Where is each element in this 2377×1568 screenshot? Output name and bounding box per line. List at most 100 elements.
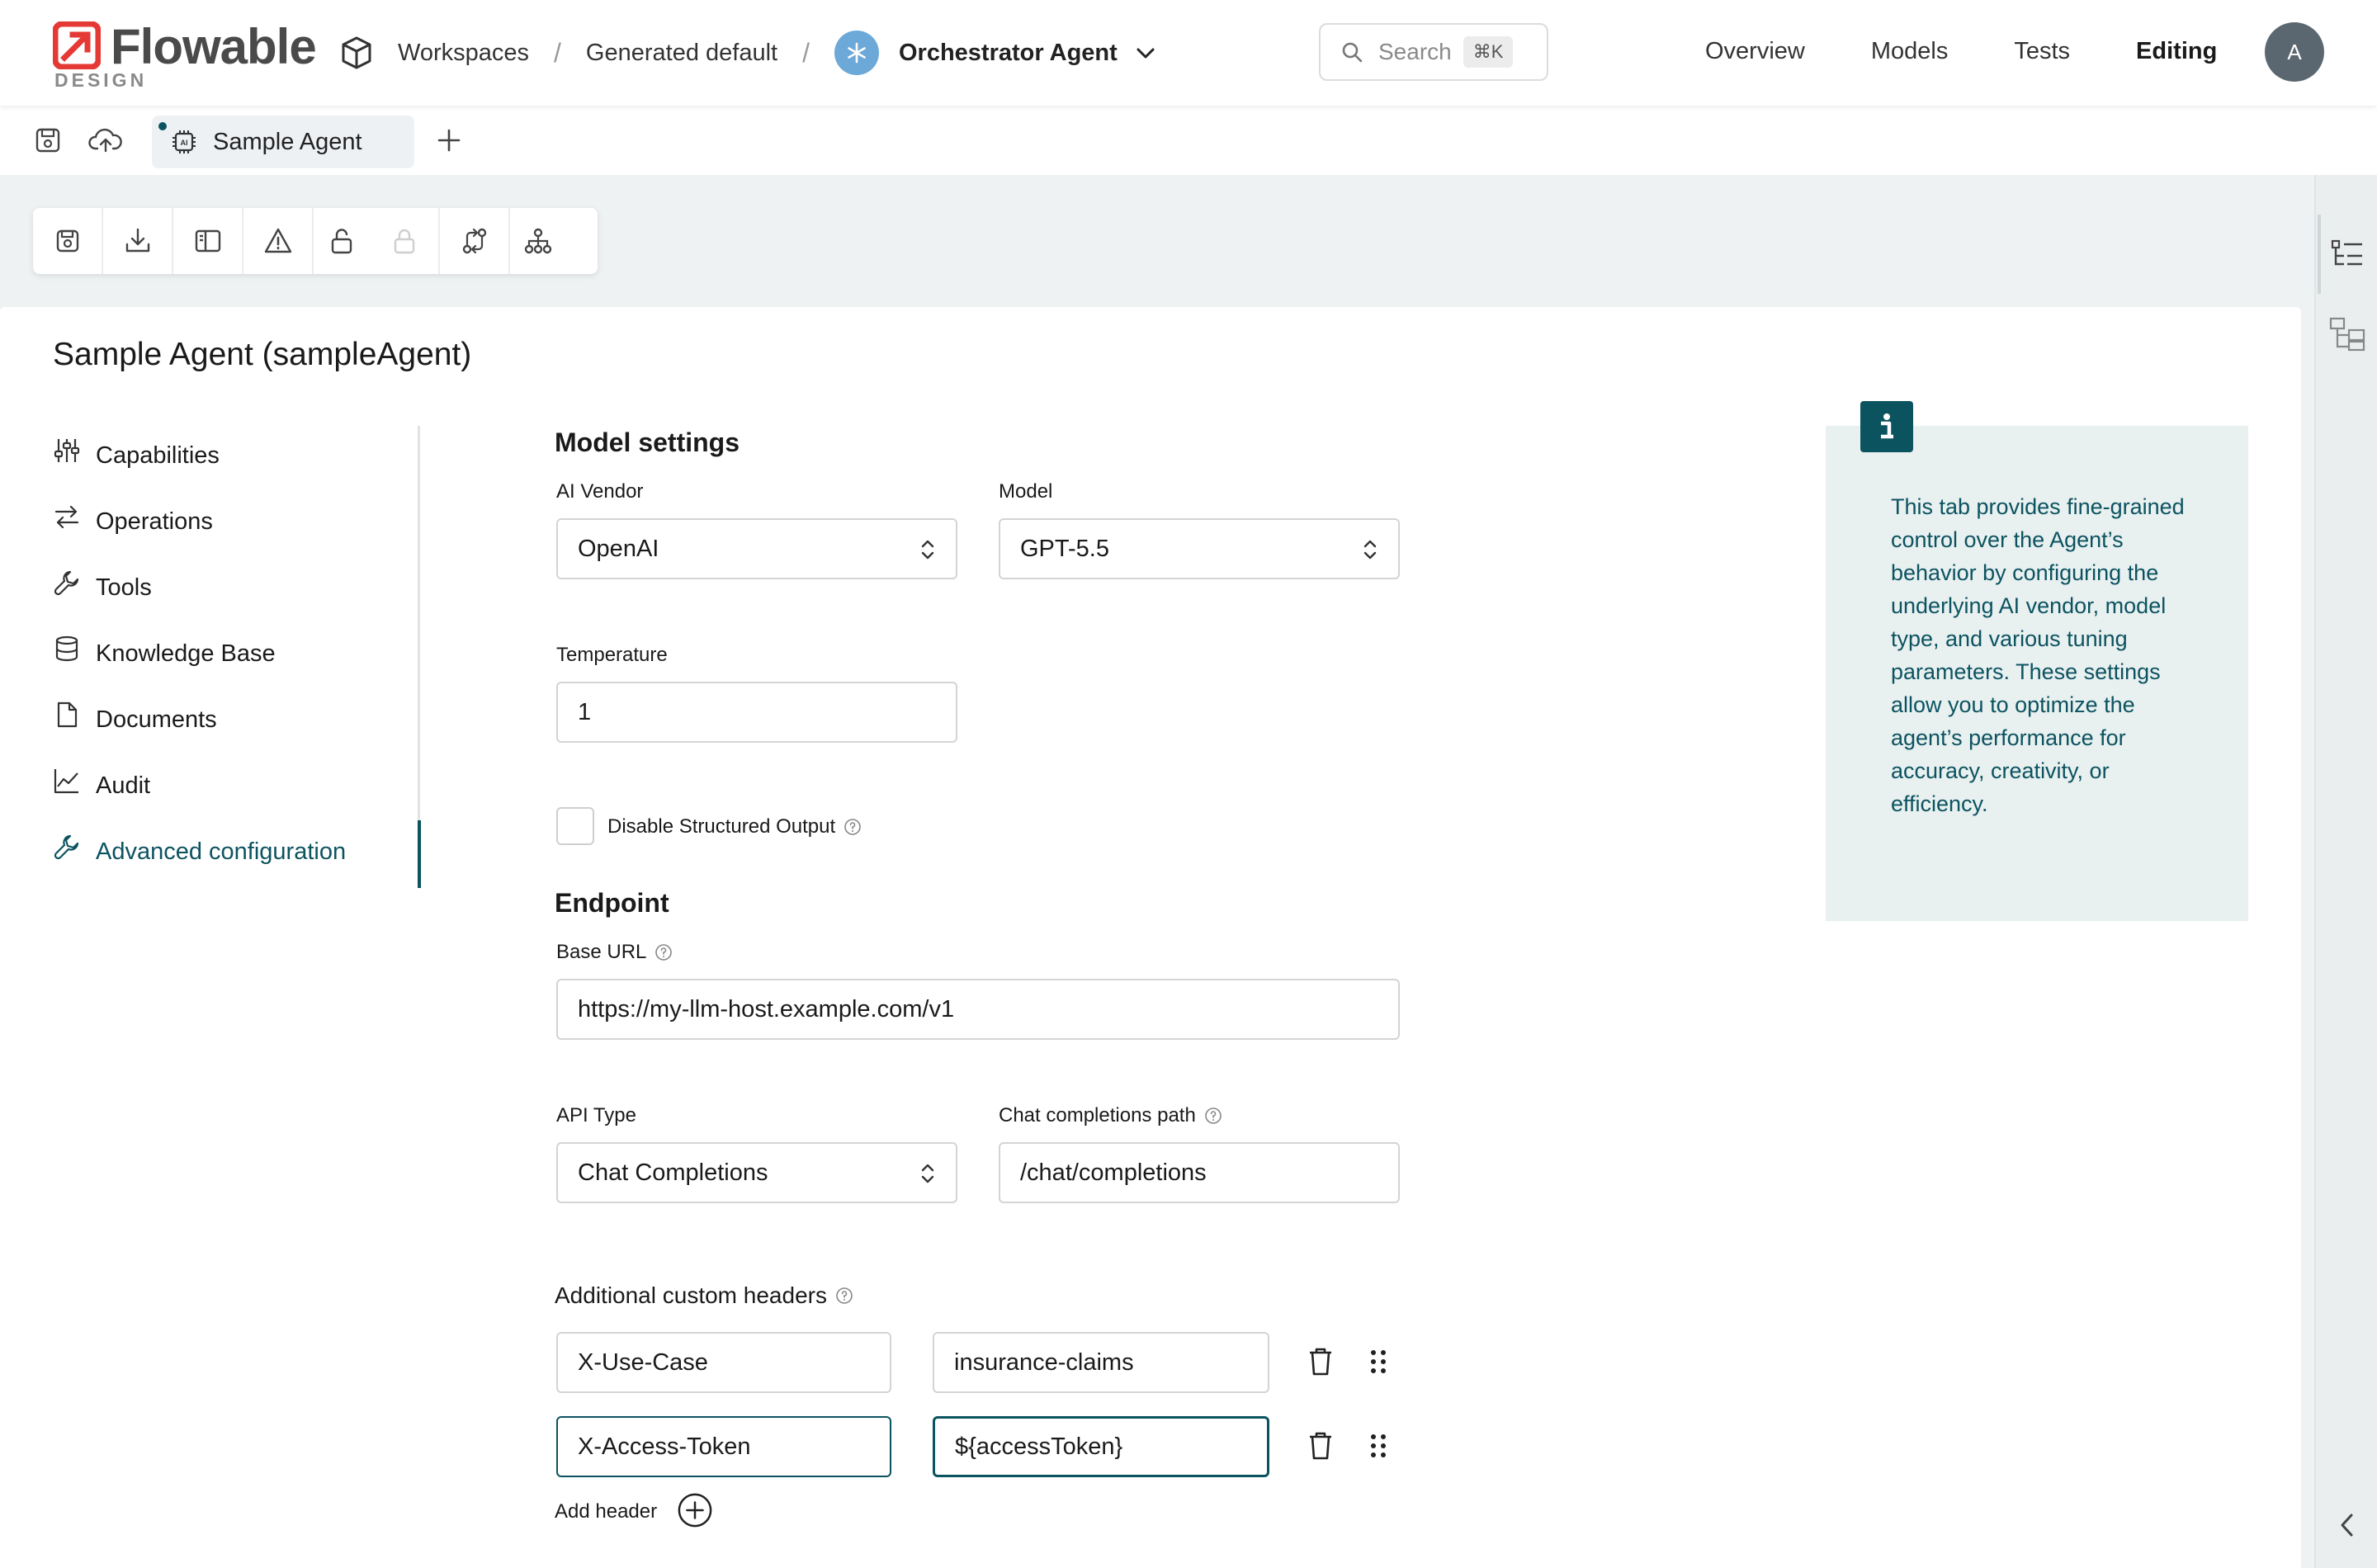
endpoint-heading: Endpoint: [555, 888, 669, 918]
section-nav: Capabilities Operations Tools Knowledge …: [53, 423, 424, 885]
ai-vendor-select[interactable]: OpenAI: [556, 518, 957, 579]
nav-advanced-configuration[interactable]: Advanced configuration: [53, 819, 424, 885]
panel-layout-icon: [195, 229, 220, 253]
toolbar-layout-button[interactable]: [173, 208, 243, 274]
breadcrumb-workspaces[interactable]: Workspaces: [398, 40, 529, 67]
outline-panel-button[interactable]: [2316, 221, 2377, 287]
add-header-label: Add header: [555, 1500, 658, 1523]
flowable-logo[interactable]: Flowable DESIGN: [53, 18, 317, 94]
help-icon: [1205, 1108, 1222, 1124]
info-icon: [1860, 401, 1913, 452]
sliders-icon: [53, 434, 86, 467]
avatar[interactable]: A: [2265, 22, 2324, 82]
collapse-rail-button[interactable]: [2316, 1492, 2377, 1558]
wrench-icon: [53, 566, 86, 599]
nav-editing[interactable]: Editing: [2136, 38, 2217, 65]
header-name-input[interactable]: X-Access-Token: [556, 1416, 891, 1477]
document-icon: [53, 698, 86, 731]
nav-active-indicator: [418, 820, 421, 888]
toolbar-hierarchy-button[interactable]: [510, 208, 566, 274]
api-type-label: API Type: [556, 1104, 636, 1126]
delete-header-button[interactable]: [1302, 1428, 1339, 1464]
nav-overview[interactable]: Overview: [1705, 38, 1805, 65]
save-all-icon[interactable]: [30, 122, 66, 158]
chevron-down-icon[interactable]: [1134, 41, 1157, 64]
ai-vendor-value: OpenAI: [578, 535, 659, 562]
chat-path-label: Chat completions path: [999, 1104, 1222, 1127]
help-icon: [655, 944, 673, 961]
hierarchy-panel-icon: [2329, 317, 2365, 352]
breadcrumb: Workspaces / Generated default / Orchest…: [338, 31, 1157, 75]
delete-header-button[interactable]: [1302, 1344, 1339, 1380]
ai-vendor-label: AI Vendor: [556, 480, 644, 503]
breadcrumb-model[interactable]: Orchestrator Agent: [899, 40, 1118, 67]
cloud-upload-icon[interactable]: [87, 122, 124, 158]
temperature-input[interactable]: 1: [556, 682, 957, 743]
base-url-label: Base URL: [556, 941, 673, 964]
git-compare-icon: [462, 228, 486, 254]
help-icon: [844, 819, 861, 835]
toolbar-validation-button[interactable]: [243, 208, 314, 274]
unsaved-indicator: [158, 122, 167, 130]
top-navigation: Overview Models Tests Editing: [1705, 38, 2283, 65]
nav-label: Operations: [96, 508, 213, 535]
header-value-input[interactable]: insurance-claims: [933, 1332, 1269, 1393]
header-name-input[interactable]: X-Use-Case: [556, 1332, 891, 1393]
right-rail: [2314, 175, 2377, 1568]
add-header-button[interactable]: [677, 1492, 713, 1528]
nav-label: Tools: [96, 574, 152, 601]
unlock-icon: [331, 229, 352, 254]
nav-models[interactable]: Models: [1871, 38, 1949, 65]
toolbar-download-button[interactable]: [103, 208, 173, 274]
info-text: This tab provides fine-grained control o…: [1891, 494, 2185, 816]
base-url-input[interactable]: https://my-llm-host.example.com/v1: [556, 979, 1400, 1040]
tree-list-icon: [2331, 239, 2362, 266]
model-select[interactable]: GPT-5.5: [999, 518, 1400, 579]
nav-knowledge-base[interactable]: Knowledge Base: [53, 621, 424, 687]
toolbar-unlock-button[interactable]: [314, 208, 370, 274]
nav-label: Capabilities: [96, 442, 220, 469]
drag-handle-icon[interactable]: [1360, 1344, 1396, 1380]
logo-wordmark: Flowable: [111, 19, 317, 74]
trash-icon: [1310, 1432, 1331, 1460]
chat-path-input[interactable]: /chat/completions: [999, 1142, 1400, 1203]
hierarchy-icon: [524, 228, 552, 254]
custom-headers-label: Additional custom headers: [555, 1282, 853, 1309]
agent-model-icon: [834, 31, 879, 75]
help-icon: [836, 1287, 853, 1304]
disable-structured-output-label: Disable Structured Output: [607, 815, 862, 838]
nav-operations[interactable]: Operations: [53, 489, 424, 555]
nav-documents[interactable]: Documents: [53, 687, 424, 753]
nav-capabilities[interactable]: Capabilities: [53, 423, 424, 489]
add-tab-icon[interactable]: [431, 122, 467, 158]
structure-panel-button[interactable]: [2316, 300, 2377, 366]
svg-text:AI: AI: [181, 139, 188, 147]
nav-label: Knowledge Base: [96, 640, 276, 667]
breadcrumb-separator: /: [802, 37, 810, 68]
disable-structured-output-checkbox[interactable]: [556, 807, 594, 845]
app-header: Flowable DESIGN Workspaces / Generated d…: [0, 0, 2377, 106]
model-value: GPT-5.5: [1020, 535, 1109, 562]
header-value-input[interactable]: ${accessToken}: [933, 1416, 1269, 1477]
toolbar-lock-button: [370, 208, 440, 274]
model-label: Model: [999, 480, 1053, 503]
lock-icon: [394, 229, 414, 254]
search-icon: [1340, 40, 1363, 64]
nav-tests[interactable]: Tests: [2014, 38, 2070, 65]
breadcrumb-workspace[interactable]: Generated default: [586, 40, 777, 67]
select-arrows-icon: [921, 1164, 934, 1183]
api-type-select[interactable]: Chat Completions: [556, 1142, 957, 1203]
base-url-value: https://my-llm-host.example.com/v1: [578, 995, 955, 1023]
drag-handle-icon[interactable]: [1360, 1428, 1396, 1464]
search-box[interactable]: Search ⌘K: [1319, 23, 1548, 81]
tab-sample-agent[interactable]: AI Sample Agent: [152, 116, 414, 168]
toolbar-save-button[interactable]: [33, 208, 103, 274]
page-title: Sample Agent (sampleAgent): [53, 337, 472, 372]
database-icon: [53, 632, 86, 665]
save-icon: [56, 229, 78, 253]
toolbar-compare-button[interactable]: [440, 208, 510, 274]
nav-tools[interactable]: Tools: [53, 555, 424, 621]
nav-audit[interactable]: Audit: [53, 753, 424, 819]
temperature-label: Temperature: [556, 644, 668, 666]
select-arrows-icon: [1363, 540, 1377, 560]
